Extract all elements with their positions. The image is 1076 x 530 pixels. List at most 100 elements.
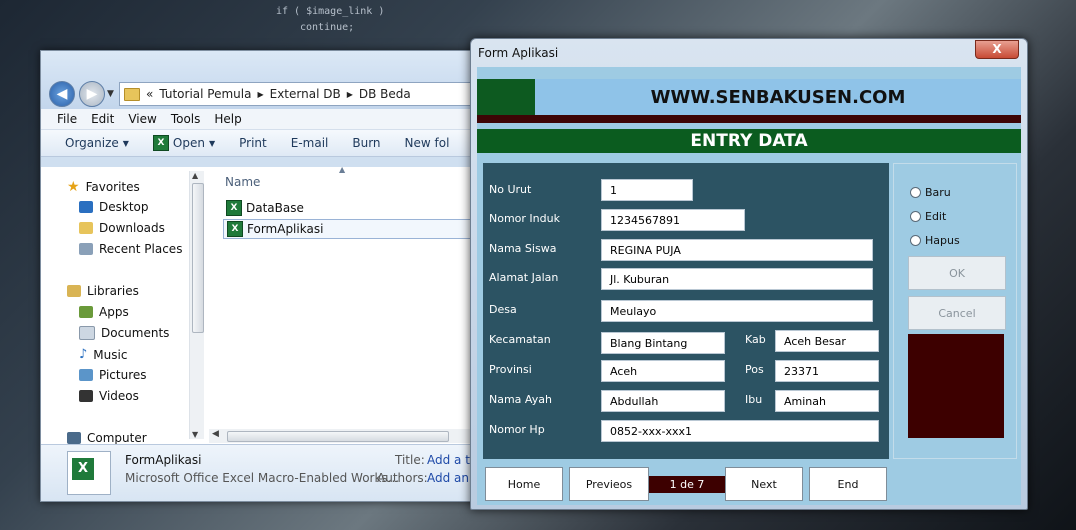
website-label: WWW.SENBAKUSEN.COM	[650, 86, 906, 108]
banner-accent	[477, 79, 535, 115]
sidebar-item-label: Desktop	[99, 200, 149, 214]
page-indicator: 1 de 7	[649, 476, 725, 493]
scroll-down-icon[interactable]: ▼	[192, 430, 198, 439]
menu-tools[interactable]: Tools	[171, 112, 201, 126]
nomor-hp-input[interactable]: 0852-xxx-xxx1	[601, 420, 879, 442]
burn-button[interactable]: Burn	[352, 136, 380, 150]
action-panel: Baru Edit Hapus OK Cancel	[893, 163, 1017, 459]
computer-icon	[67, 432, 81, 444]
scroll-thumb[interactable]	[192, 183, 204, 333]
previous-button[interactable]: Previeos	[569, 467, 649, 501]
nama-siswa-input[interactable]: REGINA PUJA	[601, 239, 873, 261]
label-provinsi: Provinsi	[489, 363, 532, 376]
sidebar-item-label: Documents	[101, 326, 170, 340]
sidebar-item-label: Music	[93, 347, 128, 362]
sidebar-item-music[interactable]: ♪ Music	[79, 347, 127, 362]
file-item-database[interactable]: X DataBase	[223, 199, 307, 217]
scroll-up-icon[interactable]: ▲	[192, 171, 198, 180]
menu-edit[interactable]: Edit	[91, 112, 114, 126]
next-button[interactable]: Next	[725, 467, 803, 501]
ibu-input[interactable]: Aminah	[775, 390, 879, 412]
breadcrumb-item[interactable]: External DB	[270, 87, 341, 101]
file-item-formaplikasi[interactable]: X FormAplikasi	[223, 219, 471, 239]
label-nama-ayah: Nama Ayah	[489, 393, 552, 406]
command-bar: Organize ▼ X Open ▼ Print E-mail Burn New f…	[41, 130, 481, 157]
sidebar-item-apps[interactable]: Apps	[79, 305, 129, 319]
label-nama-siswa: Nama Siswa	[489, 242, 557, 255]
cancel-button[interactable]: Cancel	[908, 296, 1006, 330]
excel-icon: X	[152, 135, 169, 151]
breadcrumb-item[interactable]: DB Beda	[359, 87, 411, 101]
option-hapus[interactable]: Hapus	[910, 234, 960, 247]
folder-icon	[124, 87, 140, 101]
music-icon: ♪	[79, 347, 88, 362]
radio-icon	[910, 211, 921, 222]
kab-input[interactable]: Aceh Besar	[775, 330, 879, 352]
end-button[interactable]: End	[809, 467, 887, 501]
sidebar-item-recent-places[interactable]: Recent Places	[79, 242, 182, 256]
forward-button[interactable]: ▶	[79, 81, 105, 107]
option-edit[interactable]: Edit	[910, 210, 946, 223]
star-icon: ★	[67, 179, 80, 195]
new-folder-button[interactable]: New fol	[405, 136, 450, 150]
desa-input[interactable]: Meulayo	[601, 300, 873, 322]
radio-icon	[910, 235, 921, 246]
pos-input[interactable]: 23371	[775, 360, 879, 382]
nav-scrollbar[interactable]: ▲ ▼	[189, 171, 204, 439]
option-baru[interactable]: Baru	[910, 186, 951, 199]
sidebar-item-label: Downloads	[99, 221, 165, 235]
sidebar-item-videos[interactable]: Videos	[79, 389, 139, 403]
radio-icon	[910, 187, 921, 198]
horizontal-scrollbar[interactable]: ◀	[209, 429, 481, 443]
menu-view[interactable]: View	[128, 112, 156, 126]
arrow-right-icon: ▶	[86, 86, 98, 102]
sidebar-item-desktop[interactable]: Desktop	[79, 200, 149, 214]
alamat-jalan-input[interactable]: Jl. Kuburan	[601, 268, 873, 290]
provinsi-input[interactable]: Aceh	[601, 360, 725, 382]
breadcrumb-item[interactable]: Tutorial Pemula	[159, 87, 251, 101]
arrow-left-icon: ◀	[56, 86, 68, 102]
file-list: ▲ Name X DataBase X FormAplikasi	[209, 165, 481, 445]
label-nomor-induk: Nomor Induk	[489, 212, 560, 225]
menu-file[interactable]: File	[57, 112, 77, 126]
open-label: Open	[172, 136, 205, 150]
entry-data-header: ENTRY DATA	[477, 129, 1021, 153]
email-button[interactable]: E-mail	[291, 136, 329, 150]
label-no-urut: No Urut	[489, 183, 532, 196]
breadcrumb-overflow[interactable]: «	[146, 87, 153, 101]
sidebar-item-favorites[interactable]: ★ Favorites	[67, 179, 140, 195]
menu-bar: File Edit View Tools Help	[41, 109, 481, 130]
sidebar-item-downloads[interactable]: Downloads	[79, 221, 165, 235]
label-nomor-hp: Nomor Hp	[489, 423, 545, 436]
home-button[interactable]: Home	[485, 467, 563, 501]
scroll-thumb[interactable]	[227, 431, 449, 442]
details-authors-value[interactable]: Add an	[427, 471, 469, 485]
kecamatan-input[interactable]: Blang Bintang	[601, 332, 725, 354]
recent-pages-dropdown[interactable]: ▼	[107, 89, 114, 99]
chevron-down-icon: ▼	[122, 138, 129, 148]
file-name: DataBase	[246, 201, 304, 215]
sidebar-item-libraries[interactable]: Libraries	[67, 284, 139, 298]
ok-button[interactable]: OK	[908, 256, 1006, 290]
details-title-value[interactable]: Add a ti	[427, 453, 473, 467]
print-button[interactable]: Print	[239, 136, 267, 150]
sidebar-item-computer[interactable]: Computer	[67, 431, 147, 445]
scroll-left-icon[interactable]: ◀	[212, 429, 219, 439]
nama-ayah-input[interactable]: Abdullah	[601, 390, 725, 412]
menu-help[interactable]: Help	[214, 112, 241, 126]
organize-button[interactable]: Organize ▼	[65, 136, 129, 150]
label-kecamatan: Kecamatan	[489, 333, 551, 346]
close-button[interactable]: X	[975, 40, 1019, 59]
sidebar-item-documents[interactable]: Documents	[79, 326, 169, 340]
back-button[interactable]: ◀	[49, 81, 75, 107]
column-header-name[interactable]: Name	[225, 175, 260, 189]
open-button[interactable]: X Open ▼	[152, 135, 215, 151]
no-urut-input[interactable]: 1	[601, 179, 693, 201]
excel-file-icon: X	[226, 200, 242, 216]
sidebar-item-pictures[interactable]: Pictures	[79, 368, 147, 382]
details-file-type: Microsoft Office Excel Macro-Enabled Wor…	[125, 471, 400, 485]
address-bar[interactable]: « Tutorial Pemula ▶ External DB ▶ DB Bed…	[119, 82, 481, 106]
nomor-induk-input[interactable]: 1234567891	[601, 209, 745, 231]
libraries-icon	[67, 285, 81, 297]
sidebar-item-label: Libraries	[87, 284, 139, 298]
